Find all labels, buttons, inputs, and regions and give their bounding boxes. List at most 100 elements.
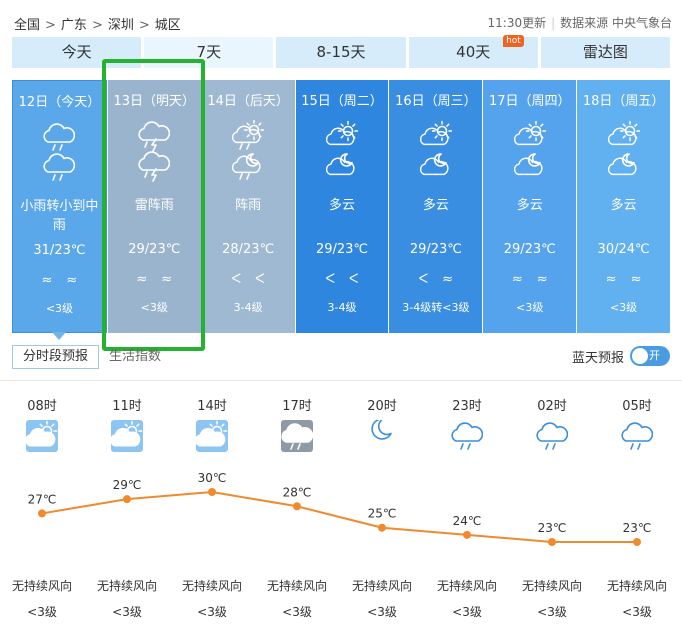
hour-wind-level: <3级 [197,605,227,619]
toggle-label: 开 [649,349,660,362]
toggle-knob [632,348,648,364]
day-card[interactable]: 12日（今天） 小雨转小到中雨 31/23℃ ≈≈ <3级 [12,80,107,340]
day-card[interactable]: 14日（后天） 阵雨 28/23℃ ᐸᐸ 3-4级 [201,80,295,333]
hourly-column: 02时 无持续风向 <3级 [512,395,592,635]
rain-outline-icon [451,420,484,452]
day-temperature: 30/24℃ [597,242,650,257]
day-wind-icons: ≈≈ [13,273,106,288]
breadcrumb-separator: > [45,18,56,33]
data-source: 数据来源 中央气象台 [560,16,672,30]
tab-today[interactable]: 今天 [12,37,142,68]
day-temperature: 29/23℃ [128,242,181,257]
hour-time: 02时 [537,399,567,414]
update-time: 11:30更新 [487,16,547,30]
section-divider [0,380,682,381]
thunder-rain-icon [138,150,171,186]
wind-direction-icon: ᐸ [231,272,256,287]
wind-direction-icon: ≈ [442,272,468,287]
wind-direction-icon: ᐸ [349,272,373,287]
breadcrumb-separator: > [91,18,103,33]
wind-direction-icon: ≈ [41,273,67,288]
day-wind-level: <3级 [45,302,74,315]
day-weather-desc: 小雨转小到中雨 [20,199,99,233]
day-temperature: 31/23℃ [33,243,86,258]
breadcrumb-item[interactable]: 全国 [14,18,40,33]
day-temperature: 29/23℃ [503,242,556,257]
moon-icon [366,418,398,452]
wind-direction-icon: ≈ [161,272,187,287]
wind-direction-icon: ≈ [511,272,537,287]
hourly-column: 17时 无持续风向 <3级 [257,395,337,635]
day-weather-desc: 多云 [422,198,449,213]
hour-wind-level: <3级 [452,605,482,619]
day-card[interactable]: 13日（明天） 雷阵雨 29/23℃ ≈≈ <3级 [107,80,201,333]
divider-bar: | [551,16,556,30]
top-bar: 全国 > 广东 > 深圳 > 城区 11:30更新 | 数据来源 中央气象台 [0,0,682,36]
day-wind-icons: ≈≈ [483,272,576,287]
rain-outline-icon [536,420,569,452]
day-wind-icons: ᐸᐸ [296,272,389,287]
day-temperature: 28/23℃ [222,242,275,257]
rain-cloud-icon [281,420,314,452]
tab-life-index[interactable]: 生活指数 [99,346,171,368]
wind-direction-icon: ᐸ [325,272,349,287]
wind-direction-icon: ᐸ [255,272,279,287]
hourly-column: 11时 无持续风向 <3级 [87,395,167,635]
day-wind-icons: ≈≈ [108,272,201,287]
breadcrumb-item: 城区 [154,18,181,33]
tab-7-days[interactable]: 7天 [144,37,274,68]
day-date: 16日（周三） [395,94,477,109]
forecast-tabs: 今天 7天 8-15天 40天 hot 雷达图 [12,35,671,68]
seven-day-forecast: 12日（今天） 小雨转小到中雨 31/23℃ ≈≈ <3级 13日（明天） 雷阵… [12,80,671,340]
tab-hourly-forecast[interactable]: 分时段预报 [12,345,100,369]
rain-outline-icon [621,420,654,452]
hour-time: 08时 [27,399,57,414]
breadcrumb-item[interactable]: 深圳 [108,18,134,33]
hour-wind-level: <3级 [367,605,397,619]
day-wind-icons: ᐸᐸ [202,272,295,287]
selected-day-pointer [52,332,67,340]
blue-sky-forecast: 蓝天预报 开 [572,346,670,366]
hour-wind-level: <3级 [27,605,57,619]
hour-wind: 无持续风向 [606,579,667,593]
day-date: 14日（后天） [207,94,289,109]
sub-tabs: 分时段预报 生活指数 [12,345,171,371]
day-weather-desc: 雷阵雨 [134,198,174,213]
sun-cloud-icon [25,420,58,452]
day-card[interactable]: 17日（周四） 多云 29/23℃ ≈≈ <3级 [483,80,577,333]
hour-time: 17时 [282,399,312,414]
day-card[interactable]: 15日（周二） 多云 29/23℃ ᐸᐸ 3-4级 [295,80,389,333]
wind-direction-icon: ≈ [136,272,162,287]
hourly-column: 14时 无持续风向 <3级 [172,395,252,635]
day-date: 13日（明天） [113,94,196,109]
tab-8-15-days[interactable]: 8-15天 [276,37,406,68]
hourly-forecast: 27℃ 29℃ 30℃ 28℃ 25℃ 24℃ 23℃ 23℃ 08时 无持续风向 <3级 1… [0,395,682,635]
day-weather-desc: 多云 [610,198,637,213]
hourly-column: 08时 无持续风向 <3级 [2,395,82,635]
hot-badge: hot [503,35,524,47]
day-wind-level: 3-4级转<3级 [402,301,470,314]
blue-sky-toggle[interactable]: 开 [630,346,670,366]
moon-cloud-icon [325,150,358,186]
day-card[interactable]: 16日（周三） 多云 29/23℃ ᐸ≈ 3-4级转<3级 [389,80,483,333]
day-weather-desc: 阵雨 [235,198,262,213]
tab-radar[interactable]: 雷达图 [540,37,671,68]
hour-time: 11时 [112,399,142,414]
sun-cloud-icon [110,420,143,452]
hour-time: 23时 [452,399,482,414]
hour-time: 20时 [367,399,397,414]
hourly-column: 20时 无持续风向 <3级 [342,395,422,635]
breadcrumb-item[interactable]: 广东 [61,18,87,33]
hourly-column: 23时 无持续风向 <3级 [427,395,507,635]
day-date: 15日（周二） [301,94,383,109]
blue-sky-label: 蓝天预报 [571,350,624,366]
day-date: 12日（今天） [18,95,101,110]
moon-cloud-icon [419,150,452,186]
day-weather-desc: 多云 [329,198,356,213]
day-card[interactable]: 18日（周五） 多云 30/24℃ ≈≈ <3级 [577,80,671,333]
tab-40-days[interactable]: 40天 hot [408,35,538,68]
hour-wind-level: <3级 [112,605,142,619]
tab-40-days-label: 40天 [456,43,491,61]
day-wind-level: 3-4级 [327,301,357,314]
wind-direction-icon: ≈ [66,273,92,288]
